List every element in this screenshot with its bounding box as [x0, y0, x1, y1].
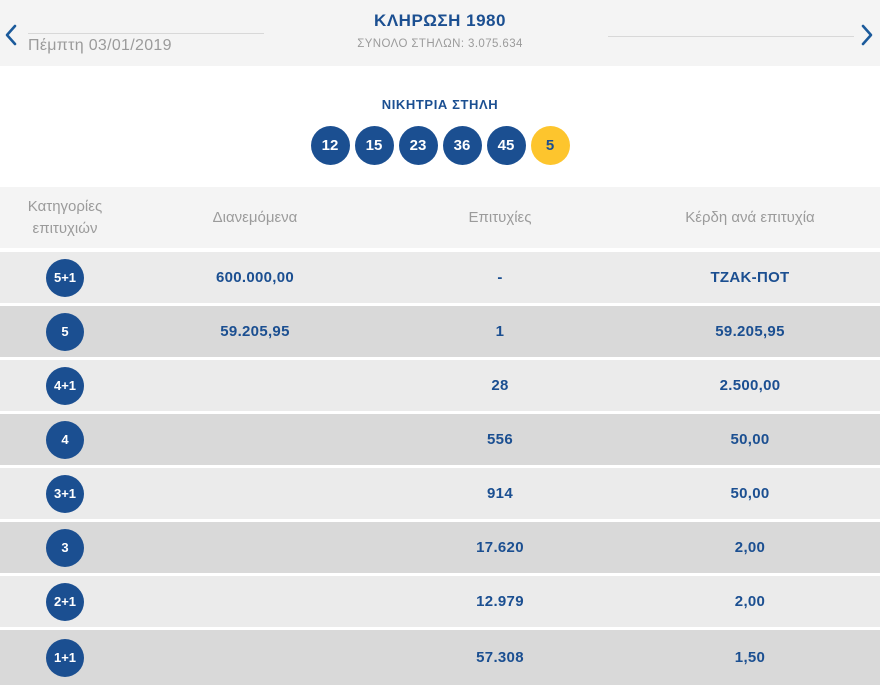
wins-cell: 1 [495, 323, 505, 340]
category-cell: 4+1 [0, 366, 130, 405]
prize-category-row: 3+1 914 50,00 [0, 468, 880, 519]
prize-cell: ΤΖΑΚ-ΠΟΤ [710, 269, 790, 286]
wins-cell: 57.308 [476, 649, 524, 666]
prize-cell: 59.205,95 [715, 323, 785, 340]
winning-number-ball: 23 [398, 126, 438, 165]
bonus-number-ball: 5 [530, 126, 570, 165]
prize-category-row: 5 59.205,95 1 59.205,95 [0, 306, 880, 357]
wins-cell: 556 [487, 431, 513, 448]
category-badge: 2+1 [46, 582, 84, 621]
category-cell: 1+1 [0, 638, 130, 677]
prize-category-row: 2+1 12.979 2,00 [0, 576, 880, 627]
wins-cell: - [497, 269, 503, 286]
category-badge: 3 [46, 528, 84, 567]
prize-cell: 50,00 [730, 431, 770, 448]
wins-cell: 17.620 [476, 539, 524, 556]
table-body: 5+1 600.000,00 - ΤΖΑΚ-ΠΟΤ 5 59.205,95 1 59.205,… [0, 252, 880, 685]
next-draw-button[interactable] [861, 24, 874, 46]
prize-cell: 50,00 [730, 485, 770, 502]
category-badge: 5+1 [46, 258, 84, 297]
winning-column-label: ΝΙΚΗΤΡΙΑ ΣΤΗΛΗ [381, 97, 499, 112]
prize-category-row: 3 17.620 2,00 [0, 522, 880, 573]
prize-category-row: 1+1 57.308 1,50 [0, 630, 880, 685]
category-cell: 5 [0, 312, 130, 351]
column-header-wins: Επιτυχίες [468, 208, 532, 226]
category-badge: 1+1 [46, 638, 84, 677]
prize-category-row: 4+1 28 2.500,00 [0, 360, 880, 411]
winning-number-ball: 36 [442, 126, 482, 165]
draw-title-block: ΚΛΗΡΩΣΗ 1980 ΣΥΝΟΛΟ ΣΤΗΛΩΝ: 3.075.634 [357, 11, 523, 50]
winning-column-section: ΝΙΚΗΤΡΙΑ ΣΤΗΛΗ 12 15 23 36 45 5 [0, 66, 880, 187]
prize-cell: 1,50 [734, 649, 766, 666]
column-header-prize: Κέρδη ανά επιτυχία [685, 208, 815, 226]
prize-cell: 2.500,00 [719, 377, 781, 394]
total-columns-label: ΣΥΝΟΛΟ ΣΤΗΛΩΝ: 3.075.634 [357, 38, 523, 50]
category-cell: 3+1 [0, 474, 130, 513]
table-header-row: Κατηγορίες επιτυχιών Διανεμόμενα Επιτυχί… [0, 187, 880, 248]
draw-navigation-header: Πέμπτη 03/01/2019 ΚΛΗΡΩΣΗ 1980 ΣΥΝΟΛΟ ΣΤ… [0, 0, 880, 66]
prize-category-row: 4 556 50,00 [0, 414, 880, 465]
category-cell: 3 [0, 528, 130, 567]
category-badge: 4+1 [46, 366, 84, 405]
prize-cell: 2,00 [734, 539, 766, 556]
tzoker-draw-results-page: Πέμπτη 03/01/2019 ΚΛΗΡΩΣΗ 1980 ΣΥΝΟΛΟ ΣΤ… [0, 0, 880, 685]
previous-draw-button[interactable] [4, 24, 17, 46]
winning-number-ball: 12 [310, 126, 350, 165]
prize-categories-table: Κατηγορίες επιτυχιών Διανεμόμενα Επιτυχί… [0, 187, 880, 685]
category-badge: 4 [46, 420, 84, 459]
prize-cell: 2,00 [734, 593, 766, 610]
header-divider-line [608, 36, 854, 37]
wins-cell: 12.979 [476, 593, 524, 610]
chevron-left-icon [5, 24, 17, 46]
draw-date: Πέμπτη 03/01/2019 [28, 37, 172, 54]
category-badge: 5 [46, 312, 84, 351]
prize-category-row: 5+1 600.000,00 - ΤΖΑΚ-ΠΟΤ [0, 252, 880, 303]
column-header-distributed: Διανεμόμενα [212, 208, 298, 226]
wins-cell: 28 [491, 377, 509, 394]
category-cell: 5+1 [0, 258, 130, 297]
category-badge: 3+1 [46, 474, 84, 513]
wins-cell: 914 [487, 485, 513, 502]
chevron-right-icon [861, 24, 873, 46]
column-header-categories: Κατηγορίες επιτυχιών [27, 197, 103, 237]
draw-title: ΚΛΗΡΩΣΗ 1980 [374, 11, 506, 30]
category-cell: 4 [0, 420, 130, 459]
distributed-cell: 59.205,95 [220, 323, 290, 340]
winning-number-ball: 15 [354, 126, 394, 165]
distributed-cell: 600.000,00 [215, 269, 295, 286]
category-cell: 2+1 [0, 582, 130, 621]
draw-date-container: Πέμπτη 03/01/2019 [28, 33, 264, 55]
winning-numbers-list: 12 15 23 36 45 5 [0, 126, 880, 165]
winning-number-ball: 45 [486, 126, 526, 165]
